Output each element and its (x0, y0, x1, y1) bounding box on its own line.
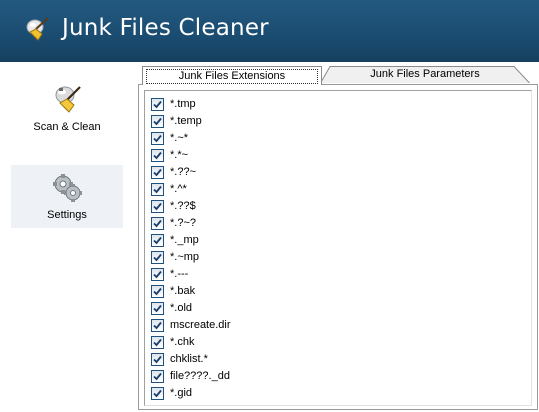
list-item: *._mp (151, 232, 451, 249)
extension-checkbox[interactable] (151, 234, 164, 247)
list-item: *.old (151, 300, 451, 317)
list-item: *.bak (151, 283, 451, 300)
checkmark-icon (153, 304, 162, 313)
extension-checkbox[interactable] (151, 200, 164, 213)
gears-icon (53, 174, 82, 202)
list-item: *.chk (151, 334, 451, 351)
list-item: *.tmp (151, 96, 451, 113)
checkmark-icon (153, 202, 162, 211)
extension-checkbox[interactable] (151, 149, 164, 162)
checkmark-icon (153, 185, 162, 194)
extension-label: *.*~ (170, 149, 189, 161)
extension-label: *.tmp (170, 98, 196, 110)
extension-label: *.?~? (170, 217, 196, 229)
extension-label: *.~mp (170, 251, 200, 263)
tab-junk-files-parameters[interactable]: Junk Files Parameters (320, 66, 530, 83)
extension-label: *.~* (170, 132, 189, 144)
extension-checkbox[interactable] (151, 387, 164, 400)
app-title: Junk Files Cleaner (62, 15, 269, 41)
checkmark-icon (153, 117, 162, 126)
list-item: *.~mp (151, 249, 451, 266)
extension-checkbox[interactable] (151, 115, 164, 128)
extension-checkbox[interactable] (151, 183, 164, 196)
sidebar-item-label: Settings (47, 209, 87, 221)
extension-label: file????._dd (170, 370, 230, 382)
broom-logo-icon (26, 17, 49, 41)
checkmark-icon (153, 389, 162, 398)
extension-label: *.old (170, 302, 193, 314)
checkmark-icon (153, 372, 162, 381)
checkmark-icon (153, 168, 162, 177)
extension-checkbox[interactable] (151, 98, 164, 111)
broom-icon (55, 86, 81, 113)
checkmark-icon (153, 253, 162, 262)
list-item: *.~* (151, 130, 451, 147)
list-item: chklist.* (151, 351, 451, 368)
checkmark-icon (153, 219, 162, 228)
list-item: *.??~ (151, 164, 451, 181)
sidebar-item-scan-clean[interactable]: Scan & Clean (11, 84, 123, 147)
list-item: *.gid (151, 385, 451, 402)
checkmark-icon (153, 355, 162, 364)
tab-label: Junk Files Parameters (370, 68, 480, 80)
list-item: *.?~? (151, 215, 451, 232)
extension-label: *.--- (170, 268, 189, 280)
list-item: *.--- (151, 266, 451, 283)
extension-label: *.temp (170, 115, 202, 127)
list-item: file????._dd (151, 368, 451, 385)
extension-label: *.??~ (170, 166, 196, 178)
extension-checkbox[interactable] (151, 285, 164, 298)
extension-checkbox[interactable] (151, 319, 164, 332)
extension-checkbox[interactable] (151, 251, 164, 264)
extension-label: *.??$ (170, 200, 196, 212)
checkmark-icon (153, 236, 162, 245)
list-item: *.^* (151, 181, 451, 198)
tab-junk-files-extensions[interactable]: Junk Files Extensions (142, 66, 322, 85)
checkmark-icon (153, 338, 162, 347)
extension-label: *.bak (170, 285, 196, 297)
app-header: Junk Files Cleaner (0, 0, 539, 62)
list-item: *.*~ (151, 147, 451, 164)
extension-label: *.gid (170, 387, 193, 399)
extensions-list[interactable]: *.tmp *.temp *.~* *.*~ *.??~ *.^* *.??$ *.?~? *.… (144, 90, 532, 406)
extension-label: mscreate.dir (170, 319, 231, 331)
extension-label: *.^* (170, 183, 187, 195)
extension-checkbox[interactable] (151, 336, 164, 349)
extension-checkbox[interactable] (151, 268, 164, 281)
extension-label: chklist.* (170, 353, 208, 365)
checkmark-icon (153, 270, 162, 279)
extension-label: *._mp (170, 234, 199, 246)
checkmark-icon (153, 151, 162, 160)
list-item: mscreate.dir (151, 317, 451, 334)
tab-label: Junk Files Extensions (146, 69, 318, 84)
extension-checkbox[interactable] (151, 217, 164, 230)
checkmark-icon (153, 287, 162, 296)
extension-label: *.chk (170, 336, 195, 348)
list-item: *.temp (151, 113, 451, 130)
sidebar-item-label: Scan & Clean (33, 121, 101, 133)
sidebar-item-settings[interactable]: Settings (11, 165, 123, 228)
extension-checkbox[interactable] (151, 353, 164, 366)
list-item: *.??$ (151, 198, 451, 215)
extension-checkbox[interactable] (151, 370, 164, 383)
extension-checkbox[interactable] (151, 132, 164, 145)
extension-checkbox[interactable] (151, 166, 164, 179)
extension-checkbox[interactable] (151, 302, 164, 315)
checkmark-icon (153, 134, 162, 143)
checkmark-icon (153, 321, 162, 330)
checkmark-icon (153, 100, 162, 109)
